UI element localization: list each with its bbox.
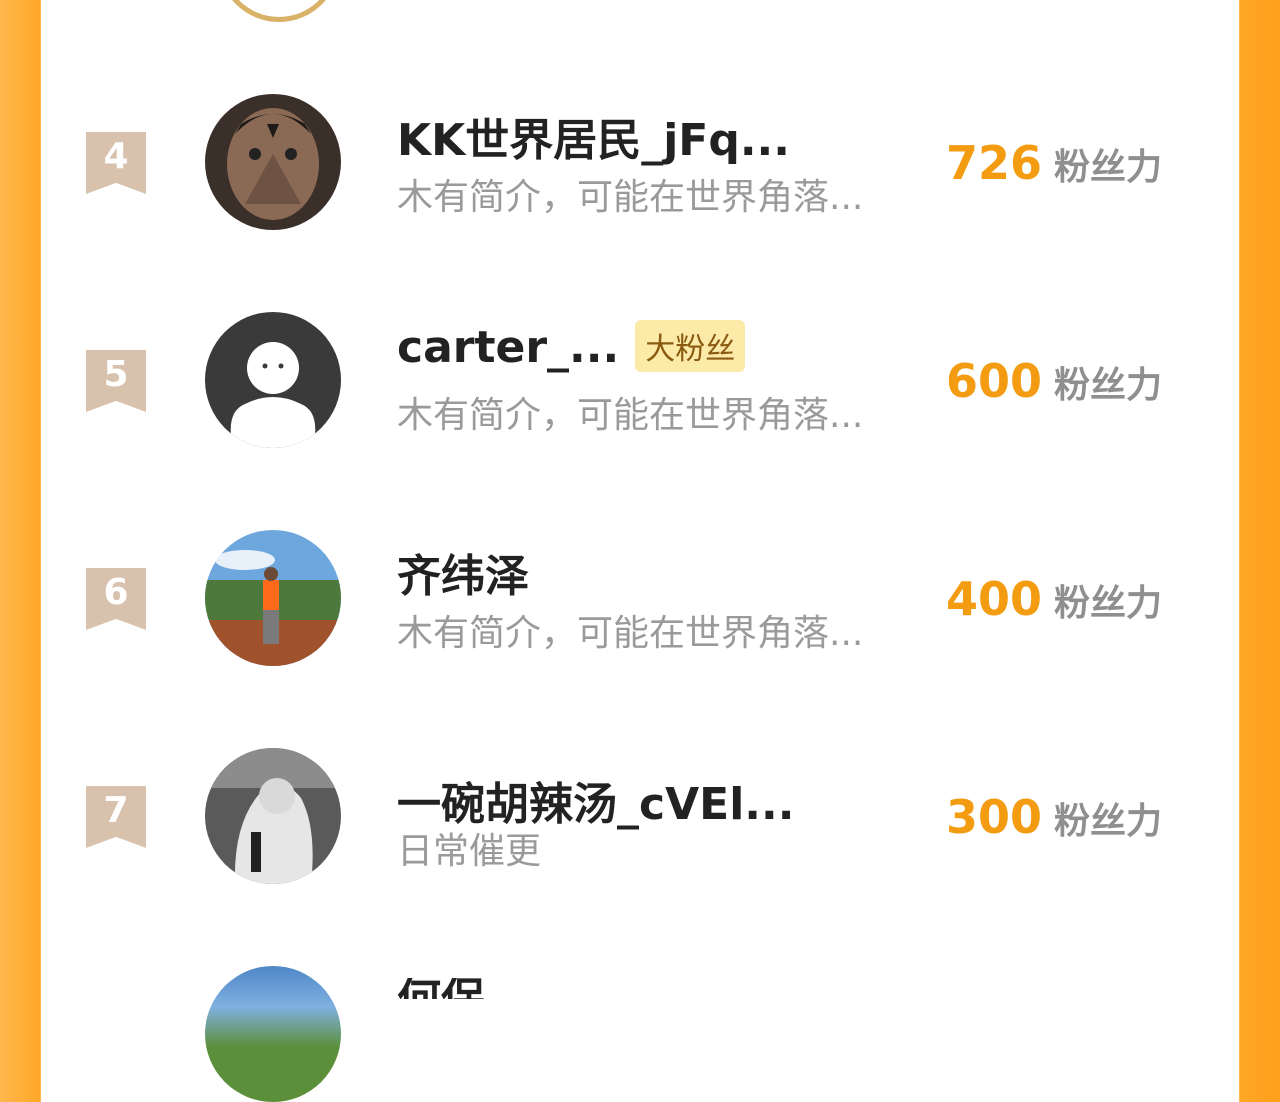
avatar[interactable] bbox=[205, 748, 341, 884]
user-name-text: 齐纬泽 bbox=[397, 551, 529, 602]
fan-score-value: 600 bbox=[946, 354, 1043, 408]
fan-score-unit: 粉丝力 bbox=[1054, 801, 1163, 842]
user-name[interactable]: 何保 bbox=[397, 978, 485, 999]
ranking-row[interactable]: 7 一碗胡辣汤_cVEl... 日常催更 300 粉丝力 bbox=[0, 746, 1280, 906]
rank-ribbon-icon: 4 bbox=[86, 132, 146, 194]
user-bio: 日常催更 bbox=[397, 831, 542, 872]
ranking-row[interactable]: 5 carter_... 大粉丝 木有简介，可能在世界角落... 600 粉丝力 bbox=[0, 310, 1280, 470]
avatar[interactable] bbox=[205, 94, 341, 230]
fan-badge: 大粉丝 bbox=[635, 320, 746, 372]
fan-score-value: 300 bbox=[946, 790, 1043, 844]
fan-score: 300 粉丝力 bbox=[946, 790, 1162, 844]
ranking-row[interactable]: 6 齐纬泽 木有简介，可能在世界角落... 400 粉丝力 bbox=[0, 528, 1280, 688]
rank-number: 4 bbox=[103, 136, 129, 177]
fan-score-value: 726 bbox=[946, 136, 1043, 190]
user-name-text: carter_... bbox=[397, 322, 620, 373]
fan-score-unit: 粉丝力 bbox=[1054, 583, 1163, 624]
ranking-row[interactable]: 4 KK世界居民_jFq... 木有简介，可能在世界角落... 726 粉丝力 bbox=[0, 92, 1280, 252]
user-name-text: KK世界居民_jFq... bbox=[397, 115, 790, 166]
user-name[interactable]: 齐纬泽 bbox=[397, 540, 529, 604]
user-name[interactable]: KK世界居民_jFq... bbox=[397, 104, 790, 168]
rank-ribbon-icon: 6 bbox=[86, 568, 146, 630]
rank-number: 7 bbox=[103, 790, 129, 831]
fan-score-value: 400 bbox=[946, 572, 1043, 626]
rank-ribbon-icon: 5 bbox=[86, 350, 146, 412]
avatar[interactable] bbox=[205, 966, 341, 1102]
fan-score-unit: 粉丝力 bbox=[1054, 147, 1163, 188]
user-bio: 木有简介，可能在世界角落... bbox=[397, 395, 864, 436]
rank-number: 5 bbox=[103, 354, 129, 395]
default-avatar-icon[interactable] bbox=[205, 312, 341, 448]
fan-score: 726 粉丝力 bbox=[946, 136, 1162, 190]
rank-ribbon-icon: 7 bbox=[86, 786, 146, 848]
rank-number: 6 bbox=[103, 572, 129, 613]
user-bio: 木有简介，可能在世界角落... bbox=[397, 613, 864, 654]
avatar[interactable] bbox=[205, 530, 341, 666]
user-name[interactable]: carter_... 大粉丝 bbox=[397, 320, 746, 376]
user-bio: 木有简介，可能在世界角落... bbox=[397, 177, 864, 218]
fan-score: 400 粉丝力 bbox=[946, 572, 1162, 626]
fan-score: 600 粉丝力 bbox=[946, 354, 1162, 408]
fan-score-unit: 粉丝力 bbox=[1054, 365, 1163, 406]
